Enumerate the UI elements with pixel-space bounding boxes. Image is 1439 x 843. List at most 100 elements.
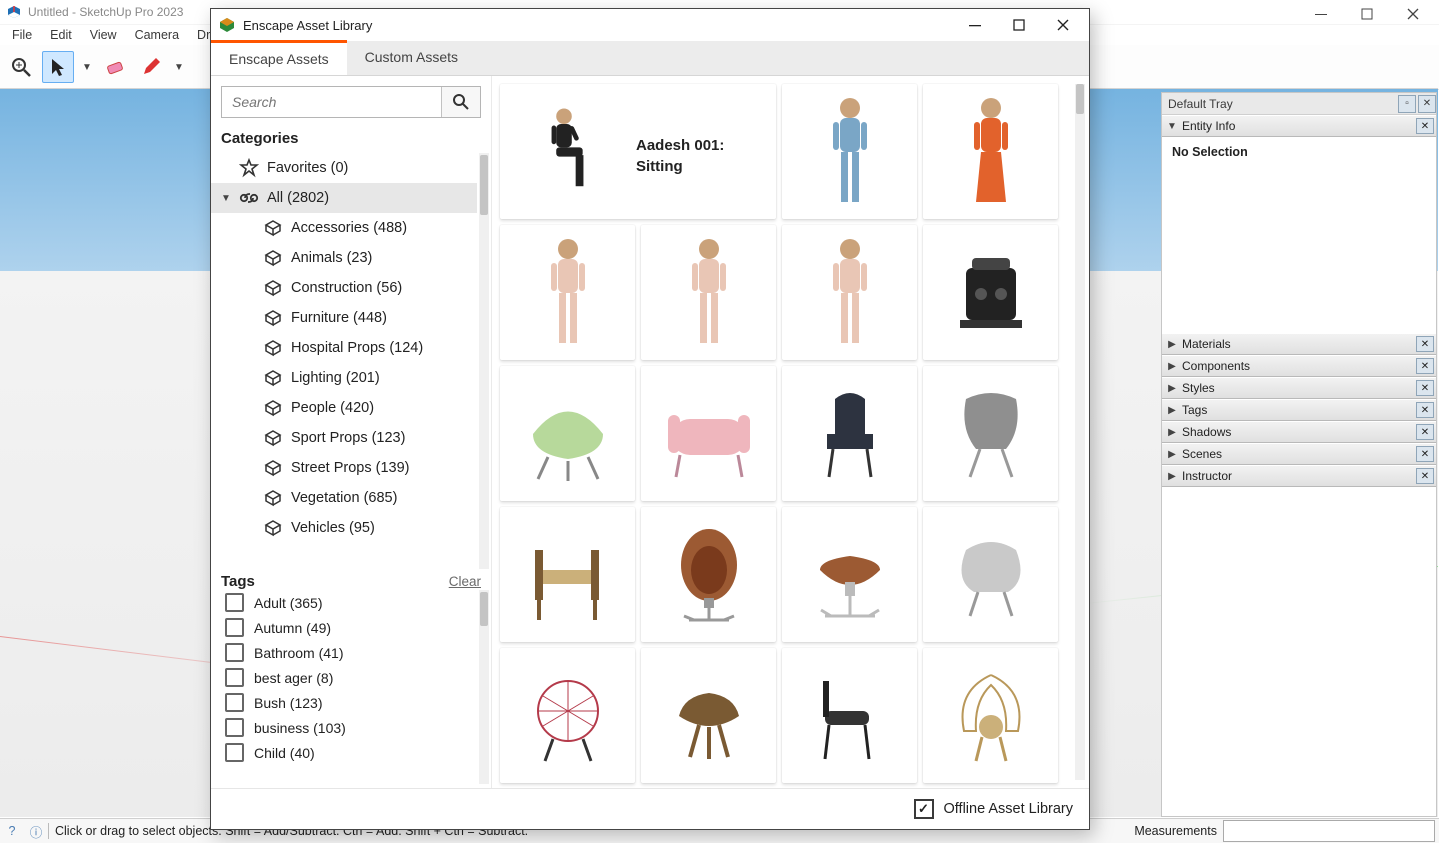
asset-tile[interactable]	[782, 225, 917, 360]
tag-checkbox[interactable]	[225, 743, 244, 762]
panel-shadows-close[interactable]: ✕	[1416, 424, 1434, 440]
tag-checkbox[interactable]	[225, 643, 244, 662]
tag-item[interactable]: Bathroom (41)	[211, 640, 477, 665]
dialog-close-button[interactable]	[1045, 9, 1089, 41]
tags-clear-link[interactable]: Clear	[449, 574, 481, 589]
asset-tile[interactable]	[923, 84, 1058, 219]
scroll-thumb[interactable]	[480, 155, 488, 215]
asset-grid-scrollbar[interactable]	[1075, 84, 1085, 780]
categories-scrollbar[interactable]	[479, 153, 489, 569]
asset-tile[interactable]	[782, 648, 917, 783]
asset-tile[interactable]	[923, 507, 1058, 642]
search-input[interactable]	[222, 87, 441, 117]
panel-instructor-header[interactable]: ▶Instructor ✕	[1162, 465, 1436, 487]
menu-file[interactable]: File	[4, 26, 40, 44]
asset-tile[interactable]	[923, 366, 1058, 501]
tag-item[interactable]: best ager (8)	[211, 665, 477, 690]
tag-checkbox[interactable]	[225, 668, 244, 687]
menu-edit[interactable]: Edit	[42, 26, 80, 44]
info-icon[interactable]: ⓘ	[24, 822, 48, 841]
panel-scenes-header[interactable]: ▶Scenes ✕	[1162, 443, 1436, 465]
asset-tile[interactable]	[500, 225, 635, 360]
panel-tags-header[interactable]: ▶Tags ✕	[1162, 399, 1436, 421]
asset-tile[interactable]	[782, 507, 917, 642]
category-item[interactable]: Hospital Props (124)	[211, 333, 477, 363]
tag-checkbox[interactable]	[225, 718, 244, 737]
asset-tile[interactable]	[500, 366, 635, 501]
panel-entity-info-close[interactable]: ✕	[1416, 118, 1434, 134]
tray-titlebar[interactable]: Default Tray ▫ ✕	[1162, 93, 1436, 115]
category-item[interactable]: Accessories (488)	[211, 213, 477, 243]
panel-tags-close[interactable]: ✕	[1416, 402, 1434, 418]
tray-close-button[interactable]: ✕	[1418, 95, 1436, 113]
dialog-maximize-button[interactable]	[1001, 9, 1045, 41]
category-cube-icon	[263, 248, 283, 268]
tab-custom-assets[interactable]: Custom Assets	[347, 41, 476, 75]
categories-heading: Categories	[211, 124, 491, 153]
category-item[interactable]: Construction (56)	[211, 273, 477, 303]
window-minimize-button[interactable]	[1301, 0, 1347, 28]
scroll-thumb[interactable]	[1076, 84, 1084, 114]
tag-item[interactable]: business (103)	[211, 715, 477, 740]
category-item[interactable]: Street Props (139)	[211, 453, 477, 483]
asset-tile[interactable]	[923, 225, 1058, 360]
tray-pin-button[interactable]: ▫	[1398, 95, 1416, 113]
select-tool[interactable]	[42, 51, 74, 83]
tag-checkbox[interactable]	[225, 618, 244, 637]
tag-item[interactable]: Bush (123)	[211, 690, 477, 715]
asset-tile[interactable]: Aadesh 001: Sitting	[500, 84, 776, 219]
panel-shadows-header[interactable]: ▶Shadows ✕	[1162, 421, 1436, 443]
asset-tile[interactable]	[782, 84, 917, 219]
measurements-input[interactable]	[1223, 820, 1435, 842]
help-icon[interactable]: ?	[0, 824, 24, 838]
tags-scrollbar[interactable]	[479, 590, 489, 784]
menu-camera[interactable]: Camera	[127, 26, 187, 44]
asset-tile[interactable]	[641, 366, 776, 501]
tag-checkbox[interactable]	[225, 593, 244, 612]
zoom-tool[interactable]	[6, 52, 36, 82]
asset-tile[interactable]	[641, 225, 776, 360]
panel-components-header[interactable]: ▶Components ✕	[1162, 355, 1436, 377]
tag-checkbox[interactable]	[225, 693, 244, 712]
category-all[interactable]: ▼ All (2802)	[211, 183, 477, 213]
asset-tile[interactable]	[641, 648, 776, 783]
tag-item[interactable]: Autumn (49)	[211, 615, 477, 640]
window-maximize-button[interactable]	[1347, 0, 1393, 28]
category-item[interactable]: Vegetation (685)	[211, 483, 477, 513]
asset-tile[interactable]	[641, 507, 776, 642]
pencil-tool[interactable]	[136, 52, 166, 82]
asset-tile[interactable]	[923, 648, 1058, 783]
window-close-button[interactable]	[1393, 0, 1439, 28]
asset-tile[interactable]	[500, 507, 635, 642]
panel-scenes-close[interactable]: ✕	[1416, 446, 1434, 462]
panel-styles-close[interactable]: ✕	[1416, 380, 1434, 396]
category-item[interactable]: Furniture (448)	[211, 303, 477, 333]
menu-view[interactable]: View	[82, 26, 125, 44]
category-favorites[interactable]: Favorites (0)	[211, 153, 477, 183]
tab-enscape-assets[interactable]: Enscape Assets	[211, 40, 347, 75]
tag-item[interactable]: Adult (365)	[211, 590, 477, 615]
asset-tile[interactable]	[782, 366, 917, 501]
select-tool-dropdown[interactable]: ▼	[80, 52, 94, 82]
category-item[interactable]: Sport Props (123)	[211, 423, 477, 453]
dialog-minimize-button[interactable]	[957, 9, 1001, 41]
panel-entity-info-header[interactable]: ▼ Entity Info ✕	[1162, 115, 1436, 137]
panel-instructor-close[interactable]: ✕	[1416, 468, 1434, 484]
asset-thumbnail-icon	[936, 520, 1046, 630]
category-item[interactable]: Lighting (201)	[211, 363, 477, 393]
pencil-tool-dropdown[interactable]: ▼	[172, 52, 186, 82]
panel-materials-header[interactable]: ▶ Materials ✕	[1162, 333, 1436, 355]
asset-tile[interactable]	[500, 648, 635, 783]
scroll-thumb[interactable]	[480, 592, 488, 626]
dialog-titlebar[interactable]: Enscape Asset Library	[211, 9, 1089, 41]
tag-item[interactable]: Child (40)	[211, 740, 477, 765]
search-go-button[interactable]	[441, 87, 480, 117]
category-item[interactable]: Animals (23)	[211, 243, 477, 273]
category-item[interactable]: People (420)	[211, 393, 477, 423]
category-item[interactable]: Vehicles (95)	[211, 513, 477, 543]
panel-components-close[interactable]: ✕	[1416, 358, 1434, 374]
panel-styles-header[interactable]: ▶Styles ✕	[1162, 377, 1436, 399]
eraser-tool[interactable]	[100, 52, 130, 82]
panel-materials-close[interactable]: ✕	[1416, 336, 1434, 352]
offline-checkbox[interactable]: ✓	[914, 799, 934, 819]
